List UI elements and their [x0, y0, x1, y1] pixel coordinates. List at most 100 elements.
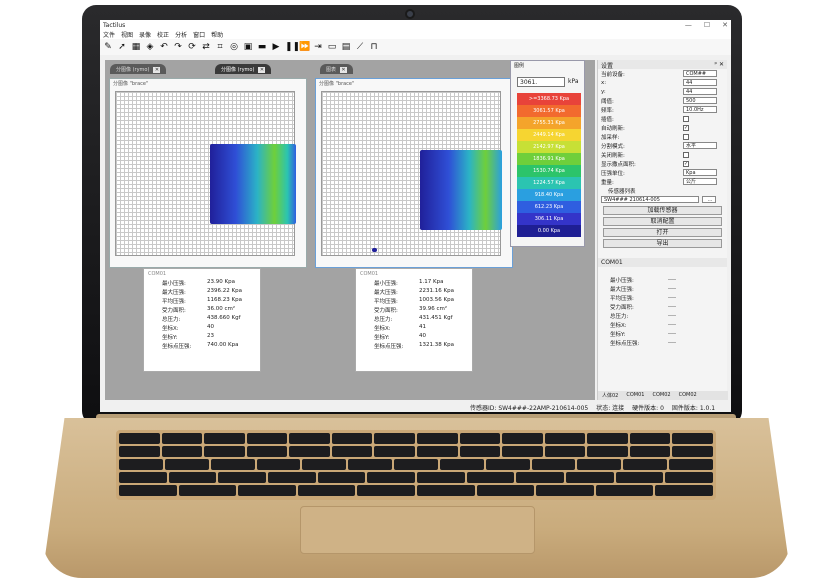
keyboard-key[interactable] — [302, 459, 347, 470]
keyboard-key[interactable] — [367, 472, 415, 483]
keyboard-key[interactable] — [672, 446, 714, 457]
keyboard-key[interactable] — [204, 433, 245, 444]
keyboard-key[interactable] — [374, 446, 415, 457]
keyboard-key[interactable] — [164, 459, 209, 470]
pin-icon[interactable]: ᵖ ✕ — [714, 61, 724, 68]
setting-checkbox[interactable] — [683, 133, 689, 140]
pressure-map-right[interactable]: 分图像 "brace" — [315, 78, 513, 268]
setting-select[interactable]: Kpa — [683, 169, 717, 176]
menu-item[interactable]: 帮助 — [211, 30, 223, 39]
keyboard-key[interactable] — [672, 433, 714, 444]
export-icon[interactable]: ⇥ — [313, 42, 323, 52]
grid-icon[interactable]: ▦ — [131, 42, 141, 52]
keyboard-key[interactable] — [516, 472, 565, 483]
keyboard-key[interactable] — [466, 472, 515, 483]
keyboard-key[interactable] — [544, 446, 586, 457]
keyboard-key[interactable] — [331, 446, 373, 457]
keyboard-key[interactable] — [417, 433, 458, 444]
keyboard-key[interactable] — [623, 459, 668, 470]
max-value-input[interactable]: 3061. — [517, 77, 565, 87]
pen-icon[interactable]: ✎ — [103, 42, 113, 52]
target-icon[interactable]: ◎ — [229, 42, 239, 52]
pressure-grid[interactable] — [321, 91, 502, 256]
keyboard-key[interactable] — [587, 446, 628, 457]
keyboard-key[interactable] — [256, 459, 301, 470]
redo-icon[interactable]: ↷ — [173, 42, 183, 52]
fast-forward-icon[interactable]: ⏩ — [299, 42, 310, 52]
setting-checkbox[interactable]: ✓ — [683, 124, 689, 131]
keyboard-key[interactable] — [502, 433, 543, 444]
rotate-icon[interactable]: ⟳ — [187, 42, 197, 52]
keyboard-key[interactable] — [629, 446, 671, 457]
keyboard-key[interactable] — [629, 433, 671, 444]
keyboard-key[interactable] — [531, 459, 576, 470]
keyboard-key[interactable] — [267, 472, 316, 483]
close-tab-icon[interactable]: ✕ — [340, 67, 348, 73]
keyboard-key[interactable] — [289, 446, 330, 457]
bottom-tab[interactable]: 人体02 — [598, 391, 622, 400]
tab-image-1[interactable]: 分图像 (rymo) ✕ — [110, 64, 167, 74]
keyboard-key[interactable] — [417, 485, 475, 496]
keyboard-key[interactable] — [544, 433, 586, 444]
close-icon[interactable]: ✕ — [722, 21, 728, 29]
pressure-grid[interactable] — [115, 91, 296, 256]
menu-item[interactable]: 视图 — [121, 30, 133, 39]
pressure-map-left[interactable]: 分图像 "brace" — [109, 78, 307, 268]
close-tab-icon[interactable]: ✕ — [258, 67, 266, 73]
setting-input[interactable]: 500 — [683, 97, 717, 104]
menu-item[interactable]: 文件 — [103, 30, 115, 39]
tab-image-2[interactable]: 分图像 (rymo) ✕ — [215, 64, 272, 74]
keyboard-key[interactable] — [161, 446, 203, 457]
close-tab-icon[interactable]: ✕ — [153, 67, 161, 73]
setting-select[interactable]: 水平 — [683, 142, 717, 149]
keyboard-key[interactable] — [348, 459, 393, 470]
keyboard-key[interactable] — [289, 433, 330, 444]
keyboard-key[interactable] — [168, 472, 217, 483]
arrow-icon[interactable]: ➚ — [117, 42, 127, 52]
keyboard-key[interactable] — [178, 485, 237, 496]
bottom-tab[interactable]: COM02 — [648, 391, 674, 400]
keyboard-key[interactable] — [210, 459, 255, 470]
keyboard-key[interactable] — [317, 472, 366, 483]
keyboard-key[interactable] — [417, 446, 458, 457]
keyboard-key[interactable] — [502, 446, 543, 457]
keyboard-key[interactable] — [417, 472, 465, 483]
video-icon[interactable]: ▬ — [257, 42, 267, 52]
keyboard-key[interactable] — [615, 472, 664, 483]
keyboard-key[interactable] — [439, 459, 484, 470]
keyboard-key[interactable] — [394, 459, 438, 470]
save-icon[interactable]: ▤ — [341, 42, 351, 52]
folder-icon[interactable]: ▭ — [327, 42, 337, 52]
keyboard-key[interactable] — [595, 485, 654, 496]
bottom-tab[interactable]: COM01 — [622, 391, 648, 400]
lock-icon[interactable]: ⊓ — [369, 42, 379, 52]
keyboard-key[interactable] — [587, 433, 628, 444]
action-button[interactable]: 取消配置 — [603, 217, 722, 226]
action-button[interactable]: 导出 — [603, 239, 722, 248]
keyboard-key[interactable] — [246, 433, 288, 444]
keyboard-key[interactable] — [566, 472, 614, 483]
maximize-icon[interactable]: ☐ — [704, 21, 710, 29]
measure-icon[interactable]: ⟋ — [355, 42, 365, 52]
undo-icon[interactable]: ↶ — [159, 42, 169, 52]
more-button[interactable]: … — [702, 196, 716, 203]
keyboard-key[interactable] — [459, 433, 501, 444]
keyboard-key[interactable] — [218, 472, 266, 483]
menu-item[interactable]: 录像 — [139, 30, 151, 39]
keyboard-key[interactable] — [374, 433, 415, 444]
keyboard-key[interactable] — [246, 446, 288, 457]
keyboard-key[interactable] — [577, 459, 622, 470]
menu-item[interactable]: 窗口 — [193, 30, 205, 39]
menu-item[interactable]: 校正 — [157, 30, 169, 39]
action-button[interactable]: 加载传感器 — [603, 206, 722, 215]
keyboard-key[interactable] — [204, 446, 245, 457]
layers-icon[interactable]: ◈ — [145, 42, 155, 52]
keyboard-key[interactable] — [357, 485, 415, 496]
action-button[interactable]: 打开 — [603, 228, 722, 237]
keyboard-key[interactable] — [297, 485, 356, 496]
touchpad[interactable] — [300, 506, 535, 554]
keyboard-key[interactable] — [331, 433, 373, 444]
keyboard-key[interactable] — [669, 459, 713, 470]
camera-icon[interactable]: ▣ — [243, 42, 253, 52]
flip-icon[interactable]: ⇄ — [201, 42, 211, 52]
